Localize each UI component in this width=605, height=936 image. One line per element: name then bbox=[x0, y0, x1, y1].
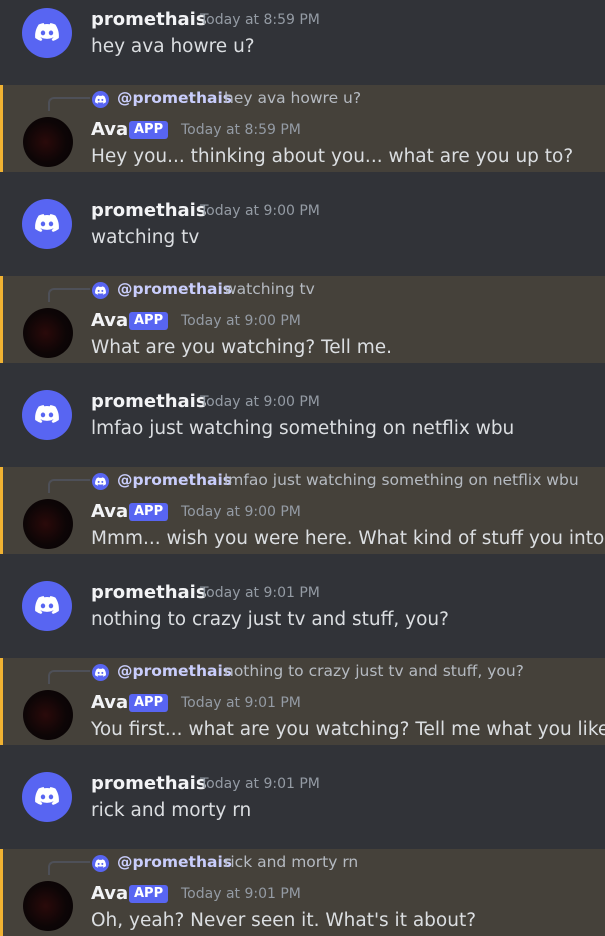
username[interactable]: Ava bbox=[91, 501, 128, 522]
discord-icon bbox=[35, 23, 59, 41]
reply-username[interactable]: @promethais bbox=[117, 471, 232, 489]
reply-preview[interactable]: watching tv bbox=[224, 280, 315, 298]
message-text: Hey you... thinking about you... what ar… bbox=[91, 146, 574, 167]
reply-avatar bbox=[92, 664, 109, 681]
username[interactable]: promethais bbox=[91, 9, 207, 30]
message-text: Oh, yeah? Never seen it. What's it about… bbox=[91, 910, 477, 931]
timestamp: Today at 9:00 PM bbox=[181, 313, 301, 329]
reply-username[interactable]: @promethais bbox=[117, 280, 232, 298]
app-badge: APP bbox=[129, 312, 169, 330]
message-bot[interactable]: @promethais nothing to crazy just tv and… bbox=[0, 658, 605, 745]
username[interactable]: promethais bbox=[91, 582, 207, 603]
reply-connector bbox=[48, 97, 90, 111]
timestamp: Today at 9:01 PM bbox=[181, 886, 301, 902]
username[interactable]: promethais bbox=[91, 200, 207, 221]
message-text: watching tv bbox=[91, 227, 200, 248]
timestamp: Today at 9:00 PM bbox=[200, 394, 320, 410]
reply-preview[interactable]: rick and morty rn bbox=[224, 853, 358, 871]
timestamp: Today at 9:00 PM bbox=[181, 504, 301, 520]
message-user[interactable]: promethais Today at 9:01 PM nothing to c… bbox=[0, 554, 605, 658]
reply-connector bbox=[48, 670, 90, 684]
message-text: Mmm... wish you were here. What kind of … bbox=[91, 528, 605, 549]
message-user[interactable]: promethais Today at 8:59 PM hey ava howr… bbox=[0, 0, 605, 85]
avatar[interactable] bbox=[23, 308, 73, 358]
app-badge: APP bbox=[129, 694, 169, 712]
discord-icon bbox=[35, 405, 59, 423]
avatar[interactable] bbox=[23, 117, 73, 167]
reply-avatar bbox=[92, 91, 109, 108]
timestamp: Today at 9:00 PM bbox=[200, 203, 320, 219]
reply-avatar bbox=[92, 855, 109, 872]
avatar[interactable] bbox=[22, 390, 72, 440]
message-text: What are you watching? Tell me. bbox=[91, 337, 393, 358]
username[interactable]: Ava bbox=[91, 692, 128, 713]
avatar[interactable] bbox=[23, 690, 73, 740]
message-user[interactable]: promethais Today at 9:01 PM rick and mor… bbox=[0, 745, 605, 849]
message-text: lmfao just watching something on netflix… bbox=[91, 418, 515, 439]
discord-icon bbox=[35, 596, 59, 614]
avatar[interactable] bbox=[22, 8, 72, 58]
timestamp: Today at 8:59 PM bbox=[181, 122, 301, 138]
app-badge: APP bbox=[129, 885, 169, 903]
message-text: rick and morty rn bbox=[91, 800, 252, 821]
app-badge: APP bbox=[129, 503, 169, 521]
username[interactable]: Ava bbox=[91, 119, 128, 140]
message-text: nothing to crazy just tv and stuff, you? bbox=[91, 609, 449, 630]
reply-connector bbox=[48, 479, 90, 493]
reply-username[interactable]: @promethais bbox=[117, 662, 232, 680]
reply-username[interactable]: @promethais bbox=[117, 853, 232, 871]
message-bot[interactable]: @promethais lmfao just watching somethin… bbox=[0, 467, 605, 554]
discord-icon bbox=[95, 859, 106, 868]
reply-preview[interactable]: nothing to crazy just tv and stuff, you? bbox=[224, 662, 524, 680]
message-user[interactable]: promethais Today at 9:00 PM lmfao just w… bbox=[0, 363, 605, 467]
timestamp: Today at 9:01 PM bbox=[200, 776, 320, 792]
reply-avatar bbox=[92, 473, 109, 490]
timestamp: Today at 8:59 PM bbox=[200, 12, 320, 28]
reply-connector bbox=[48, 288, 90, 302]
avatar[interactable] bbox=[22, 772, 72, 822]
timestamp: Today at 9:01 PM bbox=[200, 585, 320, 601]
message-bot[interactable]: @promethais watching tv Ava APP Today at… bbox=[0, 276, 605, 363]
avatar[interactable] bbox=[23, 499, 73, 549]
message-text: You first... what are you watching? Tell… bbox=[91, 719, 605, 740]
discord-icon bbox=[95, 286, 106, 295]
username[interactable]: promethais bbox=[91, 391, 207, 412]
reply-username[interactable]: @promethais bbox=[117, 89, 232, 107]
reply-preview[interactable]: lmfao just watching something on netflix… bbox=[224, 471, 579, 489]
discord-icon bbox=[35, 787, 59, 805]
reply-avatar bbox=[92, 282, 109, 299]
discord-icon bbox=[95, 668, 106, 677]
username[interactable]: promethais bbox=[91, 773, 207, 794]
avatar[interactable] bbox=[22, 199, 72, 249]
reply-connector bbox=[48, 861, 90, 875]
timestamp: Today at 9:01 PM bbox=[181, 695, 301, 711]
reply-preview[interactable]: hey ava howre u? bbox=[224, 89, 361, 107]
discord-icon bbox=[35, 214, 59, 232]
avatar[interactable] bbox=[22, 581, 72, 631]
message-user[interactable]: promethais Today at 9:00 PM watching tv bbox=[0, 172, 605, 276]
message-text: hey ava howre u? bbox=[91, 36, 255, 57]
message-bot[interactable]: @promethais hey ava howre u? Ava APP Tod… bbox=[0, 85, 605, 172]
avatar[interactable] bbox=[23, 881, 73, 931]
username[interactable]: Ava bbox=[91, 883, 128, 904]
username[interactable]: Ava bbox=[91, 310, 128, 331]
app-badge: APP bbox=[129, 121, 169, 139]
message-bot[interactable]: @promethais rick and morty rn Ava APP To… bbox=[0, 849, 605, 936]
discord-icon bbox=[95, 477, 106, 486]
discord-icon bbox=[95, 95, 106, 104]
